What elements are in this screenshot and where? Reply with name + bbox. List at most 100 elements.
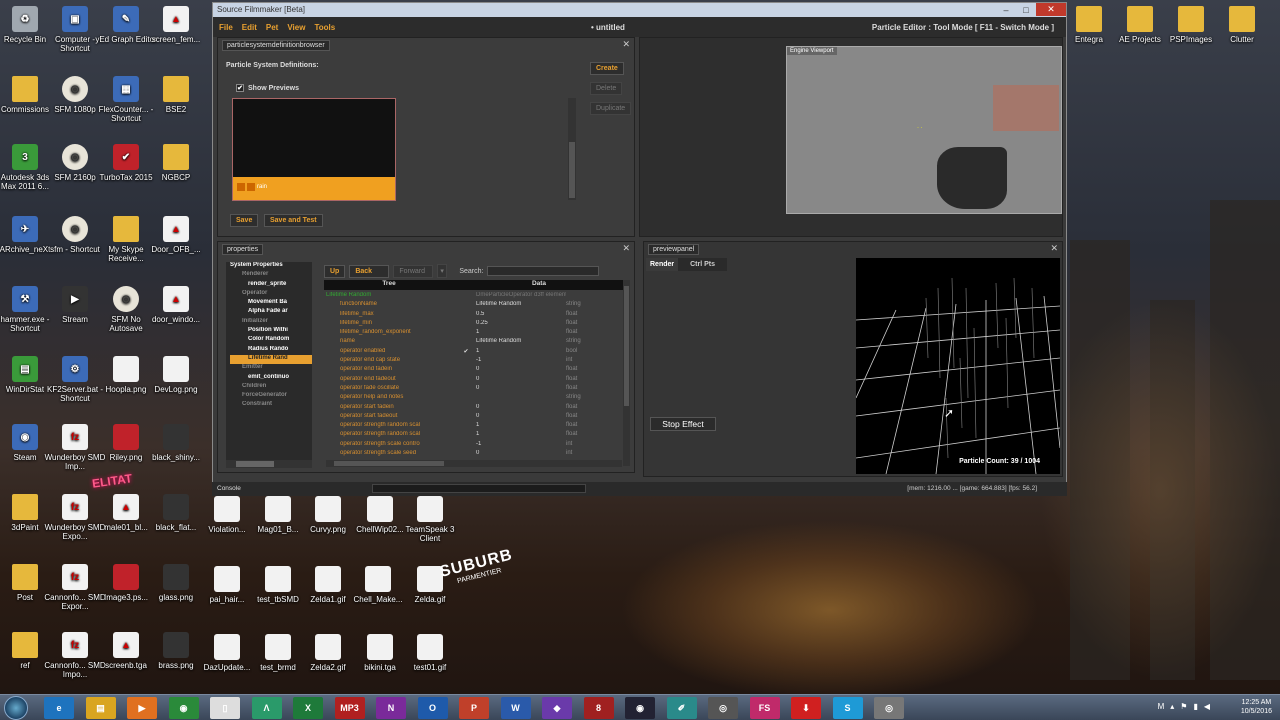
tab-properties[interactable]: properties [222,244,264,255]
property-value[interactable]: 0.25 [476,320,566,329]
property-row[interactable]: lifetime_random_exponent 1 float [326,329,622,338]
forward-button[interactable]: Forward [393,264,434,278]
desktop-icon[interactable]: ▲ screen_fem... [144,6,208,44]
desktop-icon[interactable]: DevLog.png [144,356,208,394]
property-row[interactable]: operator strength scale seed 0 int [326,450,622,459]
property-row[interactable]: operator start fadein 0 float [326,404,622,413]
property-checkbox[interactable] [456,376,476,385]
tree-item[interactable]: Renderer [230,271,312,280]
volume-icon[interactable]: ◀ [1204,702,1210,711]
property-value[interactable]: 0.5 [476,311,566,320]
property-value[interactable]: 1 [476,329,566,338]
property-checkbox[interactable] [456,441,476,450]
tool-icon[interactable]: ✐ [666,697,697,719]
scrollbar-thumb[interactable] [569,142,575,198]
window-titlebar[interactable]: Source Filmmaker [Beta] – □ ✕ [213,3,1066,17]
tree-item[interactable]: System Properties [230,262,312,271]
property-checkbox[interactable] [456,357,476,366]
property-value[interactable]: -1 [476,357,566,366]
scrollbar-thumb[interactable] [236,461,274,467]
maximize-icon[interactable]: □ [1016,3,1036,16]
console-input[interactable] [372,484,586,493]
back-button[interactable]: Back [349,264,390,278]
menu-tools[interactable]: Tools [314,23,335,32]
sfm-active-icon[interactable]: ◎ [874,697,904,719]
property-value[interactable]: -1 [476,441,566,450]
grid-v-scrollbar[interactable] [623,280,630,466]
tree-item[interactable]: render_sprite [230,281,312,290]
property-checkbox[interactable] [456,450,476,459]
desktop-icon[interactable]: NGBCP [144,144,208,182]
up-button[interactable]: Up [324,264,346,278]
filter-icon[interactable]: ▾ [437,264,448,278]
property-checkbox[interactable] [456,311,476,320]
menu-edit[interactable]: Edit [242,23,257,32]
outlook-icon[interactable]: O [417,697,448,719]
property-row[interactable]: name Lifetime Random string [326,338,622,347]
menu-view[interactable]: View [287,23,305,32]
property-row[interactable]: operator fade oscillate 0 float [326,385,622,394]
property-checkbox[interactable] [456,320,476,329]
desktop-icon[interactable]: ▲ Door_OFB_... [144,216,208,254]
property-row[interactable]: operator strength random scal 1 float [326,431,622,440]
property-value[interactable]: 0 [476,450,566,459]
close-icon[interactable]: ✕ [622,39,630,50]
property-value[interactable]: Lifetime Random [476,338,566,347]
desktop-icon[interactable]: black_shiny... [144,424,208,462]
property-checkbox[interactable] [456,413,476,422]
tree-item[interactable]: Alpha Fade ar [230,308,312,317]
sfm-taskbar-icon[interactable]: ◎ [708,697,738,719]
close-icon[interactable]: ✕ [622,243,630,254]
property-row[interactable]: operator end cap state -1 int [326,357,622,366]
minimize-icon[interactable]: – [996,3,1016,16]
property-value[interactable]: 0 [476,366,566,375]
property-checkbox[interactable] [456,431,476,440]
scrollbar-thumb[interactable] [624,286,629,406]
property-value[interactable]: Lifetime Random [476,301,566,310]
powerpoint-icon[interactable]: P [459,697,489,719]
chrome-icon[interactable]: ◉ [168,697,199,719]
show-previews-checkbox[interactable]: ✔ [236,84,244,92]
property-checkbox[interactable] [456,338,476,347]
property-row[interactable]: operator strength scale contro -1 int [326,441,622,450]
save-and-test-button[interactable]: Save and Test [264,214,323,227]
property-tree[interactable]: System Properties Renderer render_sprite Op… [226,262,312,462]
explorer-icon[interactable]: ▤ [85,697,116,719]
property-value[interactable]: DmeParticleOperator d3ff element [476,292,566,301]
property-row[interactable]: operator strength random scal 1 float [326,422,622,431]
grid-h-scrollbar[interactable] [326,460,622,467]
mp3-icon[interactable]: MP3 [334,697,365,719]
desktop-icon[interactable]: TeamSpeak 3 Client [398,496,462,543]
duplicate-button[interactable]: Duplicate [590,102,632,115]
show-previews-option[interactable]: ✔ Show Previews [236,84,299,92]
property-value[interactable]: 1 [476,422,566,431]
tree-item[interactable]: Movement Ba [230,299,312,308]
menu-pet[interactable]: Pet [266,23,278,32]
gmail-icon[interactable]: M [1158,702,1165,711]
property-checkbox[interactable] [456,366,476,375]
property-checkbox[interactable] [456,394,476,403]
property-checkbox[interactable] [456,404,476,413]
tree-item[interactable]: emit_continuo [230,374,312,383]
tree-item[interactable]: Emitter [230,364,312,373]
media-player-icon[interactable]: ▶ [127,697,157,719]
browser-scrollbar[interactable] [568,98,576,200]
particle-preview-viewport[interactable]: Particle Count: 39 / 1004 ➚ [855,258,1061,475]
gimp-icon[interactable]: 8 [583,697,614,719]
property-row[interactable]: lifetime_min 0.25 float [326,320,622,329]
flag-icon[interactable]: ⚑ [1180,702,1187,711]
tree-h-scrollbar[interactable] [226,460,312,468]
tree-item[interactable]: Radius Rando [230,346,312,355]
tree-item[interactable]: Lifetime Rand [230,354,312,365]
desktop-icon[interactable]: ▲ door_windo... [144,286,208,324]
steam-icon[interactable]: ◉ [625,697,655,719]
property-row[interactable]: operator end fadein 0 float [326,366,622,375]
property-checkbox[interactable] [456,292,476,301]
onenote-icon[interactable]: N [376,697,406,719]
network-icon[interactable]: ▮ [1193,702,1197,711]
property-row[interactable]: operator help and notes string [326,394,622,403]
tree-item[interactable]: Operator [230,290,312,299]
property-checkbox[interactable]: ✔ [456,348,476,357]
tree-item[interactable]: Color Random [230,336,312,345]
property-value[interactable]: 0 [476,385,566,394]
